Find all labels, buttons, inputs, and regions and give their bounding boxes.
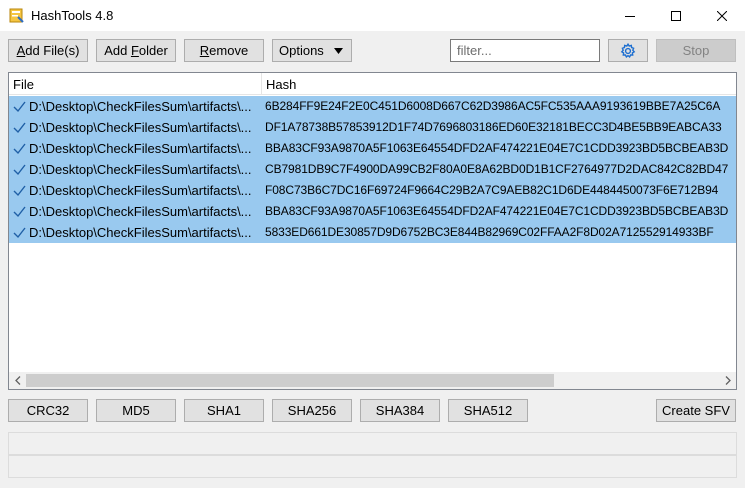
list-header: File Hash [9,73,736,95]
horizontal-scrollbar[interactable] [9,372,736,389]
window-title: HashTools 4.8 [31,8,114,23]
sha256-button[interactable]: SHA256 [272,399,352,422]
row-file-path: D:\Desktop\CheckFilesSum\artifacts\... [29,162,252,177]
row-file-path: D:\Desktop\CheckFilesSum\artifacts\... [29,141,252,156]
sha1-button[interactable]: SHA1 [184,399,264,422]
stop-button[interactable]: Stop [656,39,736,62]
checkmark-icon[interactable] [12,99,27,114]
checkmark-icon[interactable] [12,204,27,219]
sha512-button[interactable]: SHA512 [448,399,528,422]
gear-icon [620,42,636,58]
create-sfv-button[interactable]: Create SFV [656,399,736,422]
row-hash: BBA83CF93A9870A5F1063E64554DFD2AF474221E… [265,204,729,218]
crc32-label: CRC32 [26,403,70,418]
list-row[interactable]: D:\Desktop\CheckFilesSum\artifacts\... B… [9,138,736,159]
remove-accel: R [199,43,210,58]
md5-button[interactable]: MD5 [96,399,176,422]
column-header-file[interactable]: File [9,73,261,95]
checkmark-icon[interactable] [12,120,27,135]
file-hash-list[interactable]: File Hash D:\Desktop\CheckFilesSum\artif… [8,72,737,390]
row-file-path: D:\Desktop\CheckFilesSum\artifacts\... [29,183,252,198]
maximize-icon [671,10,681,21]
row-file-path: D:\Desktop\CheckFilesSum\artifacts\... [29,99,252,114]
checkmark-icon[interactable] [12,141,27,156]
row-file-path: D:\Desktop\CheckFilesSum\artifacts\... [29,204,252,219]
crc32-button[interactable]: CRC32 [8,399,88,422]
list-row[interactable]: D:\Desktop\CheckFilesSum\artifacts\... F… [9,180,736,201]
row-hash: 5833ED661DE30857D9D6752BC3E844B82969C02F… [265,225,714,239]
row-hash: CB7981DB9C7F4900DA99CB2F80A0E8A62BD0D1B1… [265,162,729,176]
checkmark-icon[interactable] [12,225,27,240]
minimize-button[interactable] [607,0,653,31]
title-bar: HashTools 4.8 [0,0,745,31]
row-hash: F08C73B6C7DC16F69724F9664C29B2A7C9AEB82C… [265,183,719,197]
list-row[interactable]: D:\Desktop\CheckFilesSum\artifacts\... 6… [9,96,736,117]
chevron-left-icon [14,376,20,385]
stop-label: Stop [682,43,710,58]
row-hash: 6B284FF9E24F2E0C451D6008D667C62D3986AC5F… [265,99,721,113]
scrollbar-thumb[interactable] [26,374,554,387]
sha1-label: SHA1 [207,403,241,418]
hashtools-app-icon [9,8,24,23]
status-line-1 [8,432,737,455]
close-button[interactable] [699,0,745,31]
md5-label: MD5 [122,403,150,418]
status-line-2 [8,455,737,478]
caret-down-icon [334,48,343,54]
options-label: Options [279,43,324,58]
options-dropdown[interactable]: Options [272,39,352,62]
checkmark-icon[interactable] [12,162,27,177]
create-sfv-label: Create SFV [662,403,730,418]
list-row[interactable]: D:\Desktop\CheckFilesSum\artifacts\... 5… [9,222,736,243]
sha256-label: SHA256 [287,403,337,418]
scroll-right-button[interactable] [719,372,736,389]
checkmark-icon[interactable] [12,183,27,198]
list-row[interactable]: D:\Desktop\CheckFilesSum\artifacts\... C… [9,159,736,180]
remove-button[interactable]: Remove [184,39,264,62]
scroll-left-button[interactable] [9,372,26,389]
chevron-right-icon [725,376,731,385]
filter-input[interactable] [450,39,600,62]
row-file-path: D:\Desktop\CheckFilesSum\artifacts\... [29,225,252,240]
close-icon [717,10,727,21]
sha384-button[interactable]: SHA384 [360,399,440,422]
column-header-hash[interactable]: Hash [262,73,736,95]
add-files-button[interactable]: Add File(s) [8,39,88,62]
row-hash: BBA83CF93A9870A5F1063E64554DFD2AF474221E… [265,141,729,155]
add-folder-label-pre: Add [104,43,131,58]
list-row[interactable]: D:\Desktop\CheckFilesSum\artifacts\... D… [9,117,736,138]
sha512-label: SHA512 [463,403,513,418]
add-folder-accel: F [130,43,139,58]
add-files-accel: A [16,43,26,58]
row-file-path: D:\Desktop\CheckFilesSum\artifacts\... [29,120,252,135]
maximize-button[interactable] [653,0,699,31]
sha384-label: SHA384 [375,403,425,418]
minimize-icon [625,15,635,17]
add-folder-label-rest: older [138,43,168,58]
row-hash: DF1A78738B57853912D1F74D7696803186ED60E3… [265,120,722,134]
settings-button[interactable] [608,39,648,62]
add-folder-button[interactable]: Add Folder [96,39,176,62]
remove-label: emove [209,43,249,58]
add-files-label: dd File(s) [25,43,80,58]
list-row[interactable]: D:\Desktop\CheckFilesSum\artifacts\... B… [9,201,736,222]
